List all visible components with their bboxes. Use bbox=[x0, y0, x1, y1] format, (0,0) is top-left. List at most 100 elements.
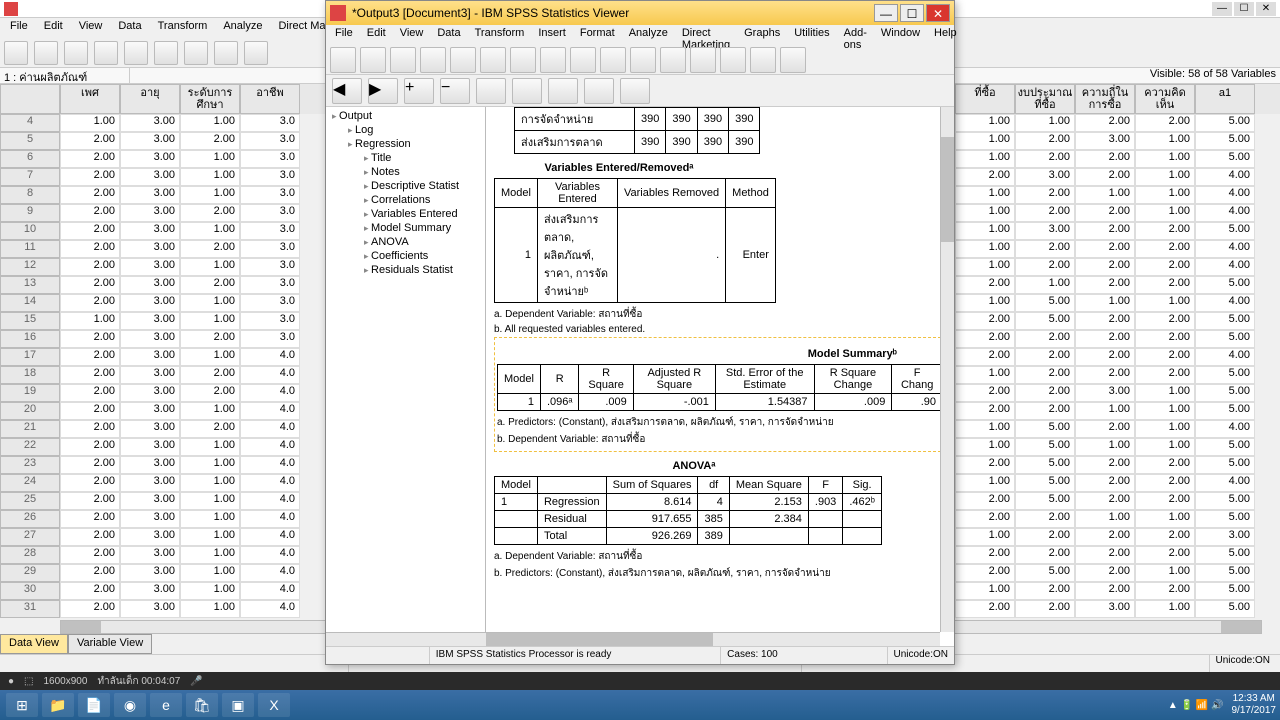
data-cell[interactable]: 2.00 bbox=[180, 132, 240, 150]
data-cell[interactable]: 5.00 bbox=[1195, 510, 1255, 528]
data-cell[interactable]: 2.00 bbox=[1015, 384, 1075, 402]
data-cell[interactable]: 5.00 bbox=[1195, 222, 1255, 240]
data-cell[interactable]: 2.00 bbox=[60, 474, 120, 492]
row-number[interactable]: 19 bbox=[0, 384, 60, 402]
data-cell[interactable]: 2.00 bbox=[1135, 348, 1195, 366]
undo-icon[interactable] bbox=[124, 41, 148, 65]
explorer-icon[interactable]: 📁 bbox=[42, 693, 74, 717]
data-cell[interactable]: 5.00 bbox=[1015, 438, 1075, 456]
tree-title[interactable]: Title bbox=[328, 151, 483, 165]
data-cell[interactable]: 5.00 bbox=[1195, 546, 1255, 564]
menu-data[interactable]: Data bbox=[110, 18, 149, 38]
data-cell[interactable]: 4.0 bbox=[240, 564, 300, 582]
clock[interactable]: 12:33 AM9/17/2017 bbox=[1232, 693, 1277, 717]
data-cell[interactable]: 2.00 bbox=[1075, 150, 1135, 168]
data-cell[interactable]: 2.00 bbox=[955, 546, 1015, 564]
data-cell[interactable]: 3.00 bbox=[1075, 384, 1135, 402]
data-cell[interactable]: 2.00 bbox=[60, 186, 120, 204]
data-cell[interactable]: 1.00 bbox=[1075, 402, 1135, 420]
col-header[interactable]: เพศ bbox=[60, 84, 120, 114]
chrome-icon[interactable]: ◉ bbox=[114, 693, 146, 717]
vars-icon[interactable] bbox=[630, 47, 656, 73]
col-header[interactable]: งบประมาณที่ซื้อ bbox=[1015, 84, 1075, 114]
data-cell[interactable]: 2.00 bbox=[955, 510, 1015, 528]
data-cell[interactable]: 1.00 bbox=[1015, 114, 1075, 132]
row-number[interactable]: 30 bbox=[0, 582, 60, 600]
data-cell[interactable]: 5.00 bbox=[1015, 312, 1075, 330]
data-cell[interactable]: 2.00 bbox=[1075, 582, 1135, 600]
row-number[interactable]: 17 bbox=[0, 348, 60, 366]
redo-icon[interactable] bbox=[540, 47, 566, 73]
undo-icon[interactable] bbox=[510, 47, 536, 73]
save-icon[interactable] bbox=[34, 41, 58, 65]
data-cell[interactable]: 3.00 bbox=[120, 114, 180, 132]
data-cell[interactable]: 2.00 bbox=[1015, 132, 1075, 150]
vars-icon[interactable] bbox=[214, 41, 238, 65]
expand-icon[interactable] bbox=[476, 78, 506, 104]
data-cell[interactable]: 1.00 bbox=[180, 438, 240, 456]
data-cell[interactable]: 2.00 bbox=[1135, 276, 1195, 294]
data-cell[interactable]: 1.00 bbox=[180, 258, 240, 276]
data-cell[interactable]: 2.00 bbox=[955, 168, 1015, 186]
col-header[interactable]: ที่ซื้อ bbox=[955, 84, 1015, 114]
data-cell[interactable]: 2.00 bbox=[60, 240, 120, 258]
mic-icon[interactable]: 🎤 bbox=[190, 676, 202, 687]
data-cell[interactable]: 2.00 bbox=[60, 294, 120, 312]
value-labels-icon[interactable] bbox=[750, 47, 776, 73]
maximize-button[interactable]: ☐ bbox=[1234, 2, 1254, 16]
forward-icon[interactable]: ▶ bbox=[368, 78, 398, 104]
save-icon[interactable] bbox=[360, 47, 386, 73]
data-cell[interactable]: 2.00 bbox=[60, 150, 120, 168]
data-cell[interactable]: 2.00 bbox=[60, 204, 120, 222]
data-cell[interactable]: 5.00 bbox=[1195, 564, 1255, 582]
data-cell[interactable]: 1.00 bbox=[60, 312, 120, 330]
data-cell[interactable]: 1.00 bbox=[1135, 564, 1195, 582]
data-cell[interactable]: 1.00 bbox=[955, 114, 1015, 132]
tree-output[interactable]: Output bbox=[328, 109, 483, 123]
data-cell[interactable]: 3.00 bbox=[120, 474, 180, 492]
row-number[interactable]: 14 bbox=[0, 294, 60, 312]
data-cell[interactable]: 5.00 bbox=[1195, 150, 1255, 168]
data-cell[interactable]: 5.00 bbox=[1195, 600, 1255, 618]
data-cell[interactable]: 2.00 bbox=[60, 366, 120, 384]
data-cell[interactable]: 3.00 bbox=[120, 186, 180, 204]
data-cell[interactable]: 2.00 bbox=[1015, 330, 1075, 348]
data-cell[interactable]: 1.00 bbox=[1135, 420, 1195, 438]
data-cell[interactable]: 1.00 bbox=[955, 240, 1015, 258]
row-number[interactable]: 21 bbox=[0, 420, 60, 438]
data-cell[interactable]: 3.00 bbox=[120, 420, 180, 438]
print-icon[interactable] bbox=[390, 47, 416, 73]
redo-icon[interactable] bbox=[154, 41, 178, 65]
data-cell[interactable]: 2.00 bbox=[60, 348, 120, 366]
data-cell[interactable]: 5.00 bbox=[1195, 276, 1255, 294]
data-cell[interactable]: 2.00 bbox=[1075, 312, 1135, 330]
demote-icon[interactable]: − bbox=[440, 78, 470, 104]
row-number[interactable]: 11 bbox=[0, 240, 60, 258]
open-icon[interactable] bbox=[330, 47, 356, 73]
data-cell[interactable]: 2.00 bbox=[1135, 546, 1195, 564]
data-cell[interactable]: 4.0 bbox=[240, 348, 300, 366]
data-cell[interactable]: 3.00 bbox=[120, 438, 180, 456]
hide-icon[interactable] bbox=[584, 78, 614, 104]
menu-insert[interactable]: Insert bbox=[531, 25, 573, 45]
data-cell[interactable]: 3.0 bbox=[240, 222, 300, 240]
row-number[interactable]: 31 bbox=[0, 600, 60, 618]
data-cell[interactable]: 2.00 bbox=[60, 456, 120, 474]
data-cell[interactable]: 1.00 bbox=[1135, 186, 1195, 204]
menu-analyze[interactable]: Analyze bbox=[622, 25, 675, 45]
data-cell[interactable]: 2.00 bbox=[1075, 474, 1135, 492]
data-cell[interactable]: 1.00 bbox=[180, 528, 240, 546]
row-number[interactable]: 10 bbox=[0, 222, 60, 240]
promote-icon[interactable]: + bbox=[404, 78, 434, 104]
data-cell[interactable]: 1.00 bbox=[1075, 294, 1135, 312]
data-cell[interactable]: 3.0 bbox=[240, 294, 300, 312]
data-cell[interactable]: 2.00 bbox=[955, 402, 1015, 420]
data-cell[interactable]: 2.00 bbox=[1075, 564, 1135, 582]
find-icon[interactable] bbox=[244, 41, 268, 65]
data-cell[interactable]: 3.00 bbox=[120, 510, 180, 528]
data-cell[interactable]: 3.00 bbox=[1075, 132, 1135, 150]
data-cell[interactable]: 3.00 bbox=[120, 294, 180, 312]
data-cell[interactable]: 3.0 bbox=[240, 168, 300, 186]
data-cell[interactable]: 5.00 bbox=[1195, 402, 1255, 420]
data-cell[interactable]: 4.00 bbox=[1195, 348, 1255, 366]
